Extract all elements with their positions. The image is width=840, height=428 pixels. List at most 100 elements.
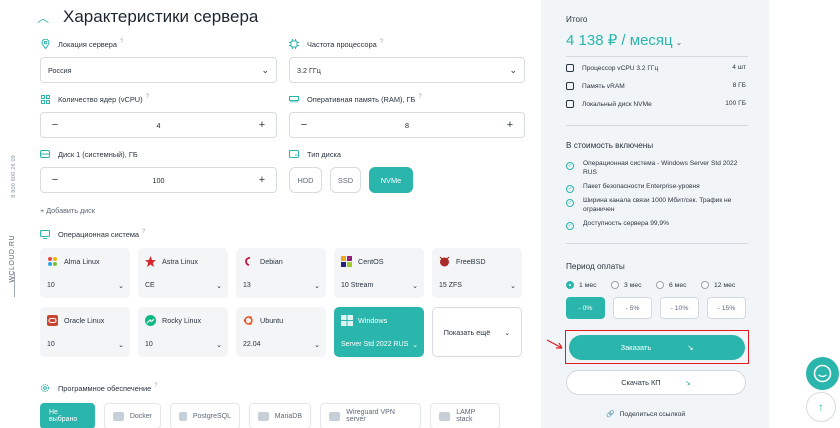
os-card-centos[interactable]: CentOS 10 Stream ⌄	[334, 248, 424, 298]
section-header[interactable]: ︿ Характеристики сервера	[37, 6, 258, 28]
included-item: ✓ Доступность сервера 99,9%	[566, 220, 751, 230]
spec-row: Память vRAM 8 ГБ	[566, 82, 746, 90]
disk-option-ssd[interactable]: SSD	[330, 167, 361, 193]
price-value: 4 138 ₽ / месяц	[566, 32, 673, 49]
os-card-alma[interactable]: Alma Linux 10 ⌄	[40, 248, 130, 298]
discount-badge[interactable]: - 15%	[707, 297, 746, 319]
os-name: Alma Linux	[64, 257, 100, 266]
show-more-os-button[interactable]: Показать ещё ⌄	[432, 307, 522, 357]
download-kp-button[interactable]: Скачать КП ↘	[566, 370, 746, 395]
chevron-up-icon[interactable]: ︿	[37, 9, 55, 26]
ram-value[interactable]: 8	[405, 121, 409, 130]
os-card-oracle[interactable]: Oracle Linux 10 ⌄	[40, 307, 130, 357]
chevron-down-icon[interactable]: ⌄	[412, 341, 418, 349]
disk-icon	[40, 149, 50, 159]
os-name: Ubuntu	[260, 316, 284, 325]
chevron-down-icon[interactable]: ⌄	[216, 341, 222, 349]
os-card-ubuntu[interactable]: Ubuntu 22.04 ⌄	[236, 307, 326, 357]
help-icon[interactable]: ?	[418, 94, 421, 100]
minus-button[interactable]: −	[49, 174, 61, 186]
software-option-label: PostgreSQL	[192, 412, 231, 420]
scroll-top-button[interactable]: ↑	[806, 392, 836, 422]
debian-icon	[243, 256, 254, 267]
radio-button[interactable]	[656, 281, 664, 289]
plus-button[interactable]: +	[504, 119, 516, 131]
discount-badge[interactable]: - 5%	[613, 297, 652, 319]
help-icon[interactable]: ?	[120, 39, 123, 45]
chevron-down-icon[interactable]: ⌄	[412, 282, 418, 290]
kp-label: Скачать КП	[621, 378, 661, 387]
help-icon[interactable]: ?	[380, 39, 383, 45]
software-option-lamp[interactable]: LAMP stack	[430, 403, 500, 428]
disk-type-label: Тип диска	[307, 149, 342, 159]
os-field: Операционная система?	[40, 228, 340, 240]
software-option-none[interactable]: Не выбрано	[40, 403, 95, 428]
chat-icon	[813, 364, 832, 383]
chevron-down-icon: ⌄	[509, 64, 517, 75]
plus-button[interactable]: +	[256, 119, 268, 131]
radio-button[interactable]	[566, 281, 574, 289]
help-icon[interactable]: ?	[146, 94, 149, 100]
software-option-docker[interactable]: Docker	[104, 403, 161, 428]
minus-button[interactable]: −	[298, 119, 310, 131]
cores-value[interactable]: 4	[157, 121, 161, 130]
period-1m[interactable]: 1 мес	[566, 281, 611, 289]
os-version: 10	[145, 341, 153, 348]
help-icon[interactable]: ?	[154, 383, 157, 389]
disk-type-options: HDD SSD NVMe	[289, 167, 525, 193]
period-12m[interactable]: 12 мес	[701, 281, 746, 289]
period-heading: Период оплаты	[566, 262, 625, 271]
divider	[566, 56, 748, 57]
disk1-label: Диск 1 (системный), ГБ	[58, 149, 138, 159]
cores-label: Количество ядер (vCPU)	[58, 94, 143, 104]
software-option-label: LAMP stack	[456, 409, 476, 423]
period-label: 12 мес	[714, 281, 736, 289]
plus-button[interactable]: +	[256, 174, 268, 186]
chevron-down-icon[interactable]: ⌄	[216, 282, 222, 290]
period-3m[interactable]: 3 мес	[611, 281, 656, 289]
minus-button[interactable]: −	[49, 119, 61, 131]
disk1-field: Диск 1 (системный), ГБ − 100 +	[40, 148, 277, 193]
software-option-label: Docker	[129, 412, 152, 420]
period-label: 3 мес	[624, 281, 642, 289]
location-select[interactable]: Россия ⌄	[40, 57, 277, 83]
chevron-down-icon[interactable]: ⌄	[510, 282, 516, 290]
summary-panel: Итого 4 138 ₽ / месяц ⌄ Процессор vCPU 3.…	[541, 0, 769, 428]
share-link[interactable]: 🔗 Поделиться ссылкой	[606, 410, 685, 419]
disk1-stepper: − 100 +	[40, 167, 277, 193]
included-heading: В стоимость включены	[566, 141, 654, 150]
disk1-value[interactable]: 100	[153, 176, 165, 185]
total-price[interactable]: 4 138 ₽ / месяц ⌄	[566, 31, 682, 49]
discount-badge[interactable]: - 0%	[566, 297, 605, 319]
chevron-down-icon[interactable]: ⌄	[314, 282, 320, 290]
os-card-windows[interactable]: Windows Server Std 2022 RUS ⌄	[334, 307, 424, 357]
os-card-freebsd[interactable]: FreeBSD 15 ZFS ⌄	[432, 248, 522, 298]
cpu-freq-field: Частота процессора? 3.2 ГГц ⌄	[289, 38, 525, 83]
radio-button[interactable]	[611, 281, 619, 289]
discount-badge[interactable]: - 10%	[660, 297, 699, 319]
os-card-astra[interactable]: Astra Linux CE ⌄	[138, 248, 228, 298]
add-disk-link[interactable]: + Добавить диск	[40, 206, 95, 215]
cpu-freq-select[interactable]: 3.2 ГГц ⌄	[289, 57, 525, 83]
disk-option-nvme[interactable]: NVMe	[369, 167, 413, 193]
chevron-down-icon[interactable]: ⌄	[314, 341, 320, 349]
software-option-mariadb[interactable]: MariaDB	[249, 403, 311, 428]
radio-button[interactable]	[701, 281, 709, 289]
order-button[interactable]: Заказать ↘	[569, 335, 745, 360]
software-option-wireguard[interactable]: Wireguard VPN server	[320, 403, 421, 428]
period-6m[interactable]: 6 мес	[656, 281, 701, 289]
chevron-down-icon[interactable]: ⌄	[118, 282, 124, 290]
rocky-linux-icon	[145, 315, 156, 326]
chat-button[interactable]	[806, 357, 839, 390]
software-option-postgresql[interactable]: PostgreSQL	[170, 403, 240, 428]
disk-option-hdd[interactable]: HDD	[289, 167, 322, 193]
cores-stepper: − 4 +	[40, 112, 277, 138]
chevron-down-icon[interactable]: ⌄	[118, 341, 124, 349]
postgresql-icon	[179, 411, 187, 421]
os-name: Debian	[260, 257, 283, 266]
phone-number[interactable]: 8 800 600 26 09	[11, 155, 17, 198]
os-card-debian[interactable]: Debian 13 ⌄	[236, 248, 326, 298]
annotation-arrow	[546, 339, 563, 349]
help-icon[interactable]: ?	[142, 229, 145, 235]
os-card-rocky[interactable]: Rocky Linux 10 ⌄	[138, 307, 228, 357]
